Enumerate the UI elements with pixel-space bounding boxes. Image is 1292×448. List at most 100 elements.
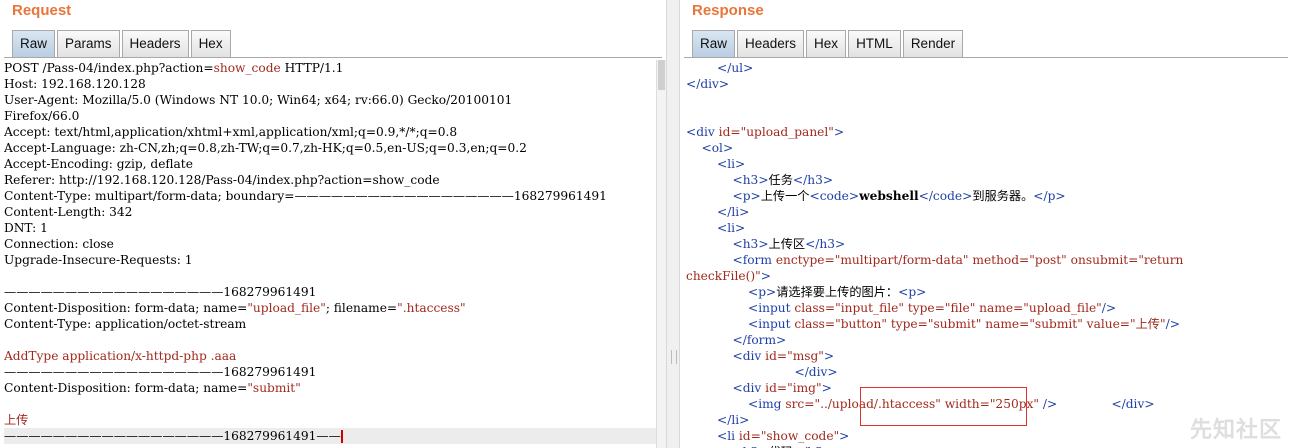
response-tab-html[interactable]: HTML bbox=[848, 30, 901, 57]
response-code-token: "post" bbox=[1029, 253, 1067, 267]
request-code-line: Content-Type: application/octet-stream bbox=[4, 316, 656, 332]
request-scrollbar[interactable] bbox=[656, 60, 666, 448]
response-code-line: <div id="upload_panel"> bbox=[686, 124, 1290, 140]
response-code-line: <li id="show_code"> bbox=[686, 428, 1290, 444]
response-code-token bbox=[686, 141, 702, 155]
request-code-line: POST /Pass-04/index.php?action=show_code… bbox=[4, 60, 656, 76]
response-code-token: id= bbox=[765, 349, 788, 363]
request-code-line: ​ bbox=[4, 332, 656, 348]
request-tab-raw[interactable]: Raw bbox=[12, 30, 56, 57]
response-code-token: <li> bbox=[717, 157, 746, 171]
response-code-token: "upload_panel" bbox=[740, 125, 834, 139]
response-code-token bbox=[686, 173, 733, 187]
response-code-token: "show_code" bbox=[760, 429, 840, 443]
response-code-token: "input_file" bbox=[835, 301, 904, 315]
response-code-token: </div> bbox=[1111, 397, 1155, 411]
response-code-token: </li> bbox=[717, 413, 750, 427]
response-code-token: 到服务器。 bbox=[972, 189, 1034, 203]
response-code-token: checkFile()" bbox=[686, 269, 761, 283]
response-code-token bbox=[686, 189, 733, 203]
response-code-token: /> bbox=[1165, 317, 1180, 331]
request-scrollbar-thumb[interactable] bbox=[658, 60, 665, 90]
request-code-token: Content-Disposition: form-data; name= bbox=[4, 381, 248, 395]
response-code-token bbox=[686, 221, 717, 235]
request-code-token: "submit" bbox=[247, 381, 301, 395]
request-code-token: Content-Length: 342 bbox=[4, 205, 133, 219]
response-code-token: <h3> bbox=[732, 173, 769, 187]
response-code-token: > bbox=[839, 429, 850, 443]
request-code-line: AddType application/x-httpd-php .aaa bbox=[4, 348, 656, 364]
request-code-token: Accept-Language: zh-CN,zh;q=0.8,zh-TW;q=… bbox=[4, 141, 527, 155]
response-code-token: name= bbox=[981, 317, 1030, 331]
response-code-token bbox=[686, 365, 794, 379]
request-code-token: Connection: close bbox=[4, 237, 114, 251]
request-code-line: ——————————————————168279961491—— bbox=[4, 428, 656, 444]
response-pane: Response Raw Headers Hex HTML Render </u… bbox=[680, 0, 1292, 448]
response-code-line: <h3>上传区</h3> bbox=[686, 236, 1290, 252]
request-code-token: DNT: 1 bbox=[4, 221, 48, 235]
request-code-token: 上传 bbox=[4, 413, 29, 427]
response-code-token: "img" bbox=[787, 381, 822, 395]
response-code-token: 请选择要上传的图片： bbox=[776, 285, 899, 299]
response-code-token: /> bbox=[1038, 397, 1058, 411]
response-code-token: <p> bbox=[732, 189, 761, 203]
request-tabs: Raw Params Headers Hex bbox=[12, 30, 233, 58]
request-code-line: Content-Disposition: form-data; name="su… bbox=[4, 380, 656, 396]
response-code-token: /> bbox=[1101, 301, 1117, 315]
response-code-token: "file" bbox=[944, 301, 976, 315]
response-code-token: <p> bbox=[748, 285, 777, 299]
request-code-token: POST /Pass-04/index.php?action= bbox=[4, 61, 214, 75]
response-code-token: "上传" bbox=[1130, 317, 1166, 331]
request-editor[interactable]: POST /Pass-04/index.php?action=show_code… bbox=[4, 60, 656, 448]
response-code-token: "submit" bbox=[1029, 317, 1083, 331]
request-code-token: ——————————————————168279961491 bbox=[4, 285, 317, 299]
response-code-line: <h3>代码</h3> bbox=[686, 444, 1290, 448]
splitter-grip-icon[interactable] bbox=[671, 350, 677, 364]
response-code-token: </p> bbox=[1033, 189, 1066, 203]
response-code-token: <input bbox=[748, 317, 795, 331]
response-code-token: width= bbox=[940, 397, 990, 411]
response-tab-headers[interactable]: Headers bbox=[737, 30, 805, 57]
response-code-token bbox=[686, 237, 733, 251]
response-code-token: <code> bbox=[809, 189, 860, 203]
request-code-line: Accept-Language: zh-CN,zh;q=0.8,zh-TW;q=… bbox=[4, 140, 656, 156]
response-code-token bbox=[686, 285, 748, 299]
response-code-token: "submit" bbox=[927, 317, 982, 331]
request-tab-headers[interactable]: Headers bbox=[121, 30, 189, 57]
request-code-token: User-Agent: Mozilla/5.0 (Windows NT 10.0… bbox=[4, 93, 513, 107]
response-code-line: <li> bbox=[686, 156, 1290, 172]
response-code-line: <div id="msg"> bbox=[686, 348, 1290, 364]
response-code-token: <div bbox=[732, 349, 766, 363]
request-tab-hex[interactable]: Hex bbox=[190, 30, 231, 57]
response-code-line: <input class="button" type="submit" name… bbox=[686, 316, 1290, 332]
response-code-token bbox=[686, 349, 733, 363]
request-tab-params[interactable]: Params bbox=[57, 30, 120, 57]
response-code-line: <ol> bbox=[686, 140, 1290, 156]
response-editor[interactable]: </ul></div>​​<div id="upload_panel"> <ol… bbox=[686, 60, 1290, 448]
response-code-token: "multipart/form-data" bbox=[834, 253, 969, 267]
response-code-token: </li> bbox=[717, 205, 750, 219]
response-code-token: > bbox=[760, 269, 771, 283]
response-tab-render[interactable]: Render bbox=[902, 30, 964, 57]
response-code-line: ​ bbox=[686, 92, 1290, 108]
pane-splitter[interactable] bbox=[666, 0, 680, 448]
request-code-token: Content-Type: application/octet-stream bbox=[4, 317, 247, 331]
response-code-token: class= bbox=[794, 301, 836, 315]
response-code-line: ​ bbox=[686, 108, 1290, 124]
request-code-line: Accept-Encoding: gzip, deflate bbox=[4, 156, 656, 172]
request-code-token: Content-Type: multipart/form-data; bound… bbox=[4, 189, 607, 203]
response-code-line: </li> bbox=[686, 412, 1290, 428]
response-code-token: id= bbox=[738, 429, 761, 443]
response-code-token: class= bbox=[794, 317, 836, 331]
request-pane: Request Raw Params Headers Hex POST /Pas… bbox=[0, 0, 666, 448]
response-code-line: </div> bbox=[686, 76, 1290, 92]
response-code-token: "msg" bbox=[787, 349, 824, 363]
response-tab-raw[interactable]: Raw bbox=[692, 30, 736, 57]
response-tab-hex[interactable]: Hex bbox=[806, 30, 847, 57]
response-code-token: value= bbox=[1082, 317, 1131, 331]
response-code-token: <h3> bbox=[732, 237, 769, 251]
response-code-token: <form bbox=[732, 253, 776, 267]
response-code-line: <form enctype="multipart/form-data" meth… bbox=[686, 252, 1290, 268]
request-code-line: DNT: 1 bbox=[4, 220, 656, 236]
response-code-line: <p>上传一个<code>webshell</code>到服务器。</p> bbox=[686, 188, 1290, 204]
